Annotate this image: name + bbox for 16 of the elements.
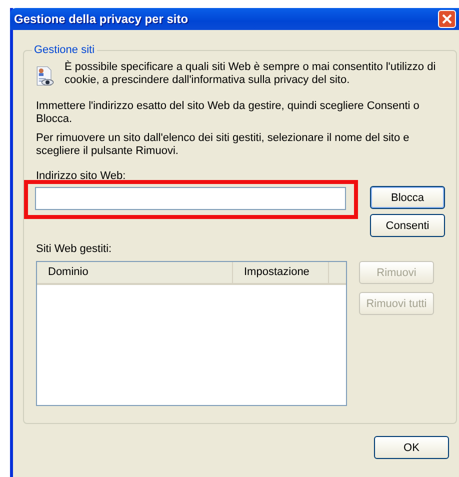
window-title: Gestione della privacy per sito (14, 12, 188, 26)
list-label: Siti Web gestiti: (36, 243, 113, 256)
ok-button[interactable]: OK (374, 436, 449, 459)
intro-text: È possibile specificare a quali siti Web è sempre o mai consentito l'utilizzo di cookie, a prescindere dall'informativa sulla privacy del sito. (64, 61, 437, 88)
sites-list[interactable]: Dominio Impostazione (36, 261, 347, 406)
column-header[interactable]: Impostazione (233, 262, 329, 283)
address-input[interactable] (35, 187, 346, 210)
column-header[interactable]: Dominio (37, 262, 233, 283)
instruction-text: Immettere l'indirizzo esatto del sito Web da gestire, quindi scegliere Consenti o Blocca. (36, 100, 420, 126)
block-button[interactable]: Blocca (370, 186, 445, 209)
close-button[interactable] (438, 10, 456, 28)
allow-button[interactable]: Consenti (370, 214, 445, 237)
close-icon (442, 14, 452, 24)
instruction-text: Per rimuovere un sito dall'elenco dei siti gestiti, selezionare il nome del sito e scegliere il pulsante Rimuovi. (36, 132, 410, 158)
field-label: Indirizzo sito Web: (36, 170, 127, 183)
group-title: Gestione siti (33, 44, 96, 56)
